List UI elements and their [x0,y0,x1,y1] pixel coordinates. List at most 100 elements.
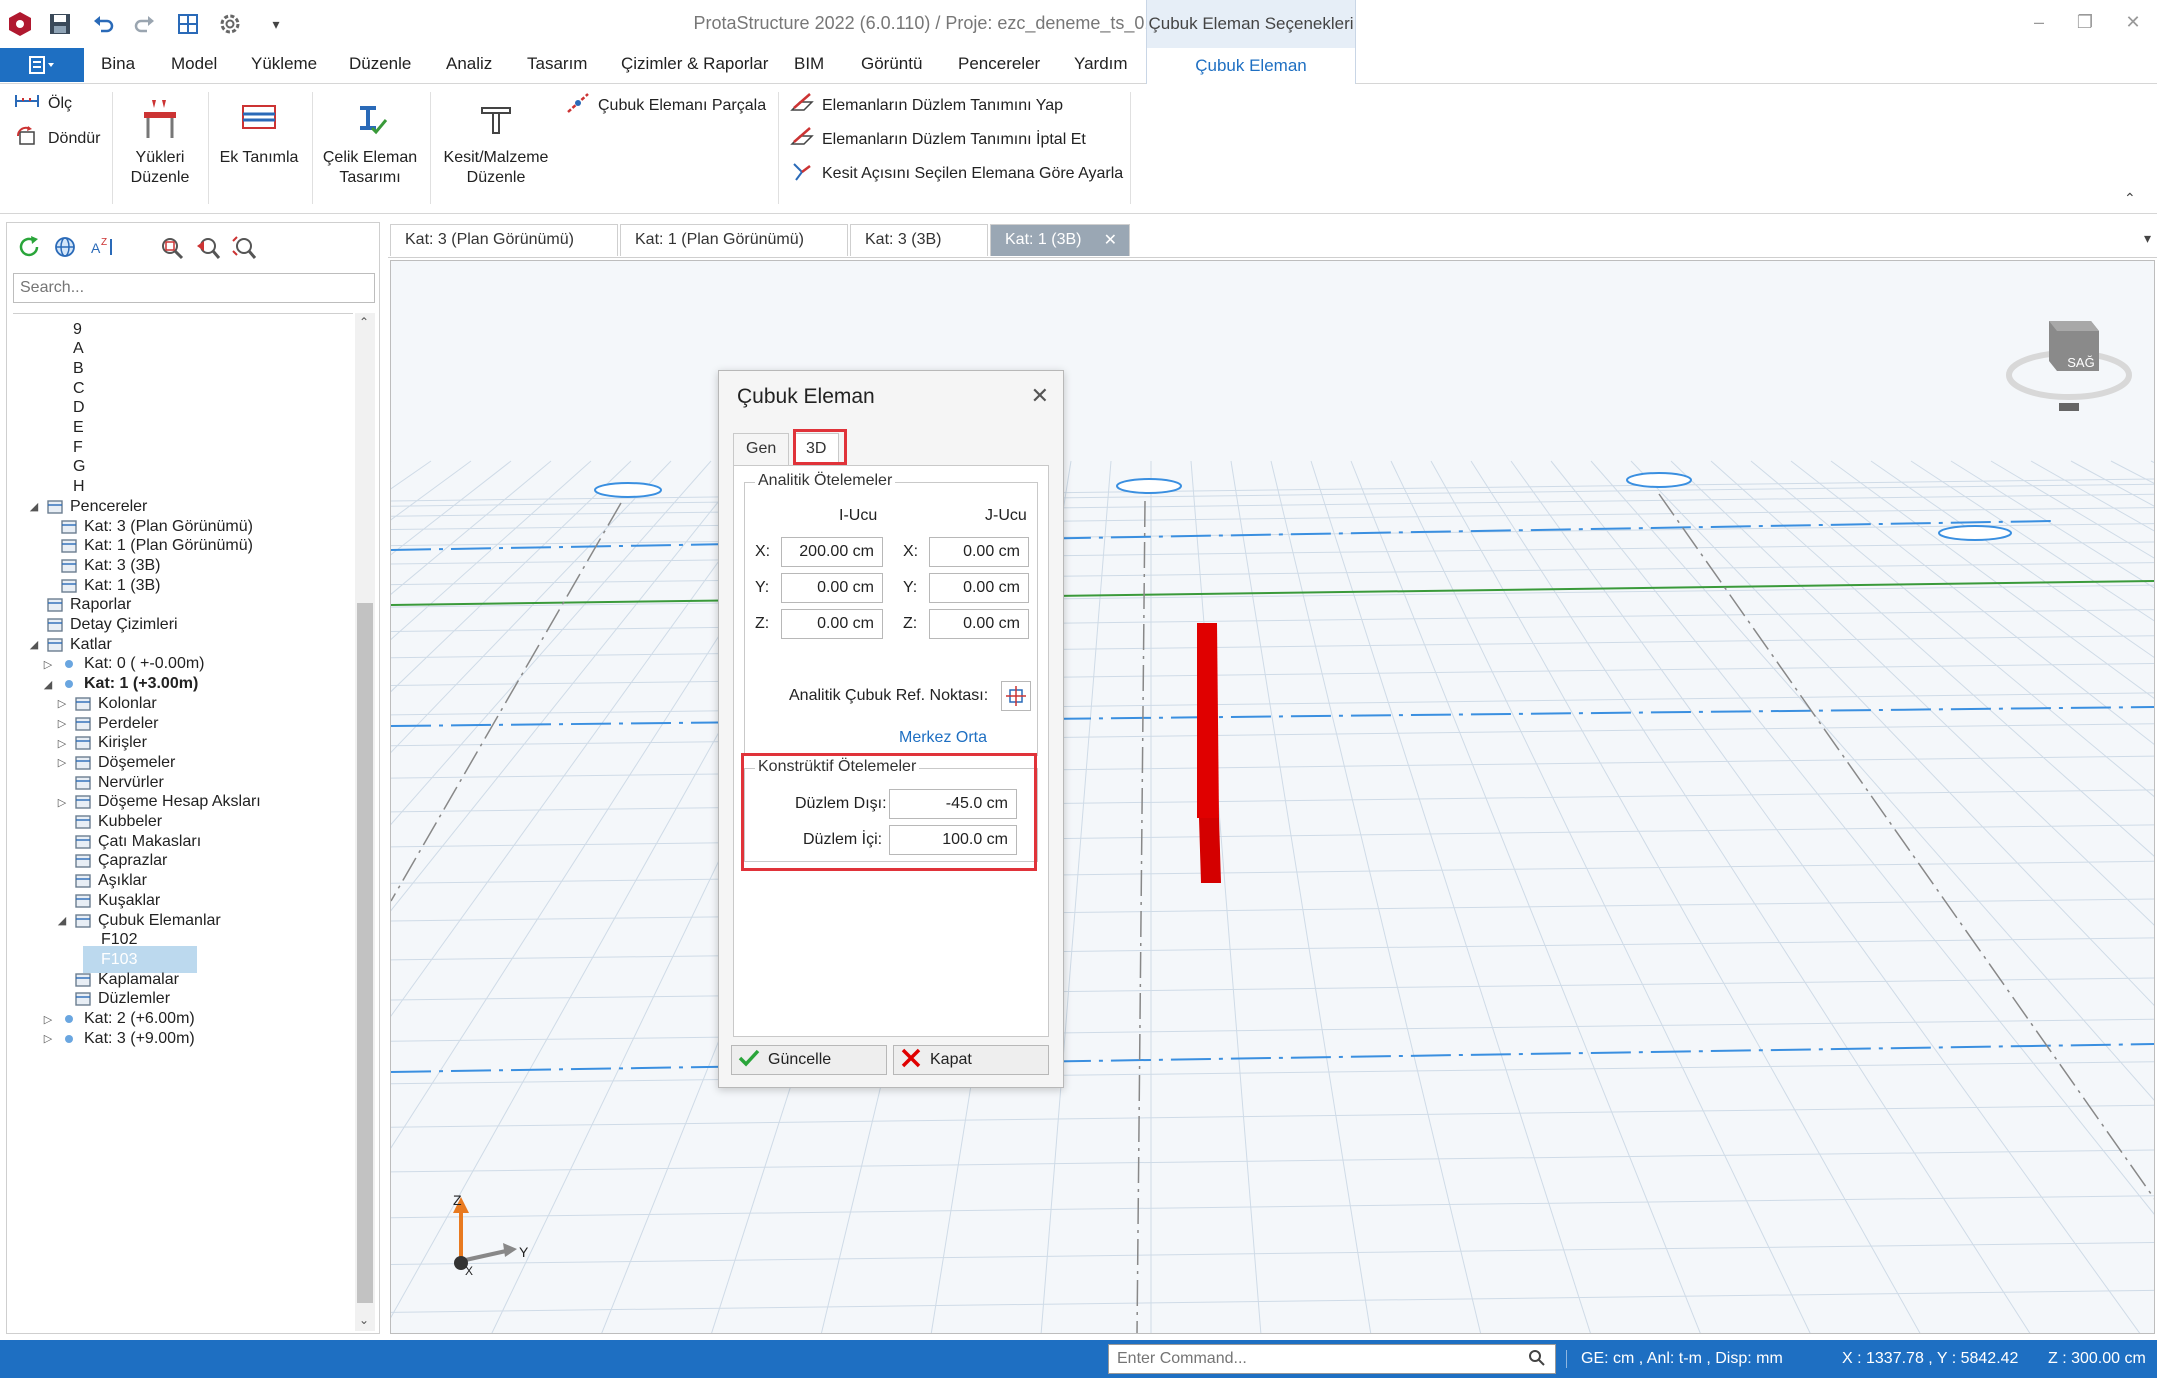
tree-item[interactable]: ◢ Çubuk Elemanlar [55,907,221,934]
ribbon-tabs: Bina Model Yükleme Düzenle Analiz Tasarı… [0,48,2157,84]
sort-az-icon[interactable]: AZ [89,235,117,266]
tree-search-input[interactable] [13,273,375,303]
zoom-previous-icon[interactable] [195,235,221,268]
close-window-button[interactable]: ✕ [2118,12,2148,36]
tab-cizimler-raporlar[interactable]: Çizimler & Raporlar [621,54,768,74]
cancel-plane-button[interactable]: Elemanların Düzlem Tanımını İptal Et [790,126,1086,153]
expand-toggle-icon[interactable]: ▷ [41,1013,55,1026]
minimize-button[interactable]: – [2024,12,2054,36]
tab-kat3-3b[interactable]: Kat: 3 (3B) [850,224,988,256]
dialog-body: Analitik Ötelemeler I-Ucu J-Ucu X: 200.0… [733,465,1049,1037]
expand-toggle-icon[interactable]: ◢ [55,914,69,927]
tab-bina[interactable]: Bina [101,54,135,74]
plane-define-icon [790,92,814,119]
align-section-angle-button[interactable]: Kesit Açısını Seçilen Elemana Göre Ayarl… [790,160,1123,187]
axis-x-label: X [465,1264,473,1278]
expand-toggle-icon[interactable]: ▷ [55,796,69,809]
tab-gen[interactable]: Gen [733,433,790,465]
tab-tasarim[interactable]: Tasarım [527,54,587,74]
load-icon [138,98,182,142]
tab-analiz[interactable]: Analiz [446,54,492,74]
status-bar: GE: cm , Anl: t-m , Disp: mm X : 1337.78… [0,1340,2157,1378]
close-button[interactable]: Kapat [893,1045,1049,1075]
ref-point-value[interactable]: Merkez Orta [899,729,987,747]
expand-toggle-icon[interactable]: ◢ [27,500,41,513]
expand-toggle-icon[interactable]: ▷ [41,1032,55,1045]
i-y-label: Y: [755,579,770,596]
expand-toggle-icon[interactable]: ▷ [55,737,69,750]
command-search-icon[interactable] [1528,1349,1546,1372]
edit-loads-button[interactable]: Yükleri Düzenle [118,98,202,188]
j-y-field[interactable]: 0.00 cm [929,573,1029,603]
dialog-title: Çubuk Eleman [737,385,875,408]
svg-text:Z: Z [101,237,107,248]
dot-icon [59,1029,79,1049]
tab-pencereler[interactable]: Pencereler [958,54,1040,74]
t-section-icon [474,98,518,142]
file-menu-button[interactable] [0,48,84,82]
tree-scrollbar[interactable]: ⌃ ⌄ [355,313,375,1331]
split-member-button[interactable]: Çubuk Elemanı Parçala [566,92,766,119]
steel-design-button[interactable]: Çelik Eleman Tasarımı [318,98,422,188]
tab-kat1-plan[interactable]: Kat: 1 (Plan Görünümü) [620,224,848,256]
close-icon[interactable]: ✕ [1031,383,1049,409]
zoom-selection-icon[interactable] [159,235,185,268]
analitik-group-label: Analitik Ötelemeler [755,472,896,490]
member-f103-lower[interactable] [1199,818,1221,883]
globe-icon[interactable] [53,235,77,266]
update-button[interactable]: Güncelle [731,1045,887,1075]
units-status: GE: cm , Anl: t-m , Disp: mm [1566,1350,1783,1368]
tree-toolbar: AZ [7,223,379,273]
define-plane-button[interactable]: Elemanların Düzlem Tanımını Yap [790,92,1063,119]
x-icon [900,1048,922,1073]
expand-toggle-icon[interactable]: ▷ [41,658,55,671]
j-x-label: X: [903,543,919,560]
tab-list-dropdown-icon[interactable]: ▾ [2144,230,2151,247]
tab-goruntu[interactable]: Görüntü [861,54,922,74]
i-x-field[interactable]: 200.00 cm [781,537,883,567]
axis-triad [453,1197,517,1270]
expand-toggle-icon[interactable]: ▷ [55,756,69,769]
analitik-group: Analitik Ötelemeler I-Ucu J-Ucu X: 200.0… [744,472,1038,756]
collapse-ribbon-icon[interactable]: ⌃ [2124,190,2136,207]
j-x-field[interactable]: 0.00 cm [929,537,1029,567]
restore-button[interactable]: ❐ [2070,12,2100,36]
measure-button[interactable]: Ölç [14,92,72,115]
rotate-button[interactable]: Döndür [14,126,100,151]
axis-z-label: Z [453,1192,462,1208]
tab-model[interactable]: Model [171,54,217,74]
tree-item[interactable]: ▷ Kat: 3 (+9.00m) [41,1025,195,1052]
scroll-up-icon[interactable]: ⌃ [359,315,369,329]
i-ucu-header: I-Ucu [839,507,878,524]
tree-scroll-thumb[interactable] [357,603,373,1303]
i-y-field[interactable]: 0.00 cm [781,573,883,603]
joint-icon [237,98,281,142]
expand-toggle-icon[interactable]: ◢ [41,678,55,691]
tab-cubuk-eleman[interactable]: Çubuk Eleman [1146,48,1356,84]
tab-yardim[interactable]: Yardım [1074,54,1128,74]
i-z-field[interactable]: 0.00 cm [781,609,883,639]
section-material-button[interactable]: Kesit/Malzeme Düzenle [436,98,556,188]
scroll-down-icon[interactable]: ⌄ [359,1313,369,1327]
expand-toggle-icon[interactable]: ▷ [55,717,69,730]
title-bar: ▾ ProtaStructure 2022 (6.0.110) / Proje:… [0,0,2157,48]
tab-duzenle[interactable]: Düzenle [349,54,411,74]
refresh-icon[interactable] [17,235,41,266]
tree-item-label: Kat: 3 (+9.00m) [84,1029,195,1047]
z-status: Z : 300.00 cm [2048,1350,2146,1367]
tab-kat3-plan[interactable]: Kat: 3 (Plan Görünümü) [390,224,618,256]
tab-bim[interactable]: BIM [794,54,824,74]
close-tab-icon[interactable]: ✕ [1104,230,1117,250]
expand-toggle-icon[interactable]: ▷ [55,697,69,710]
define-joint-button[interactable]: Ek Tanımla [214,98,304,168]
expand-toggle-icon[interactable]: ◢ [27,638,41,651]
tab-yukleme[interactable]: Yükleme [251,54,317,74]
j-z-field[interactable]: 0.00 cm [929,609,1029,639]
zoom-extents-icon[interactable] [231,235,257,268]
command-input[interactable] [1108,1344,1556,1374]
ref-point-picker[interactable] [1001,681,1031,711]
member-f103[interactable] [1197,623,1219,818]
view-cube-label: SAĞ [2067,355,2094,370]
tab-kat1-3b[interactable]: Kat: 1 (3B) ✕ [990,224,1130,256]
3d-viewport[interactable]: SAĞ Z Y X [390,260,2155,1334]
